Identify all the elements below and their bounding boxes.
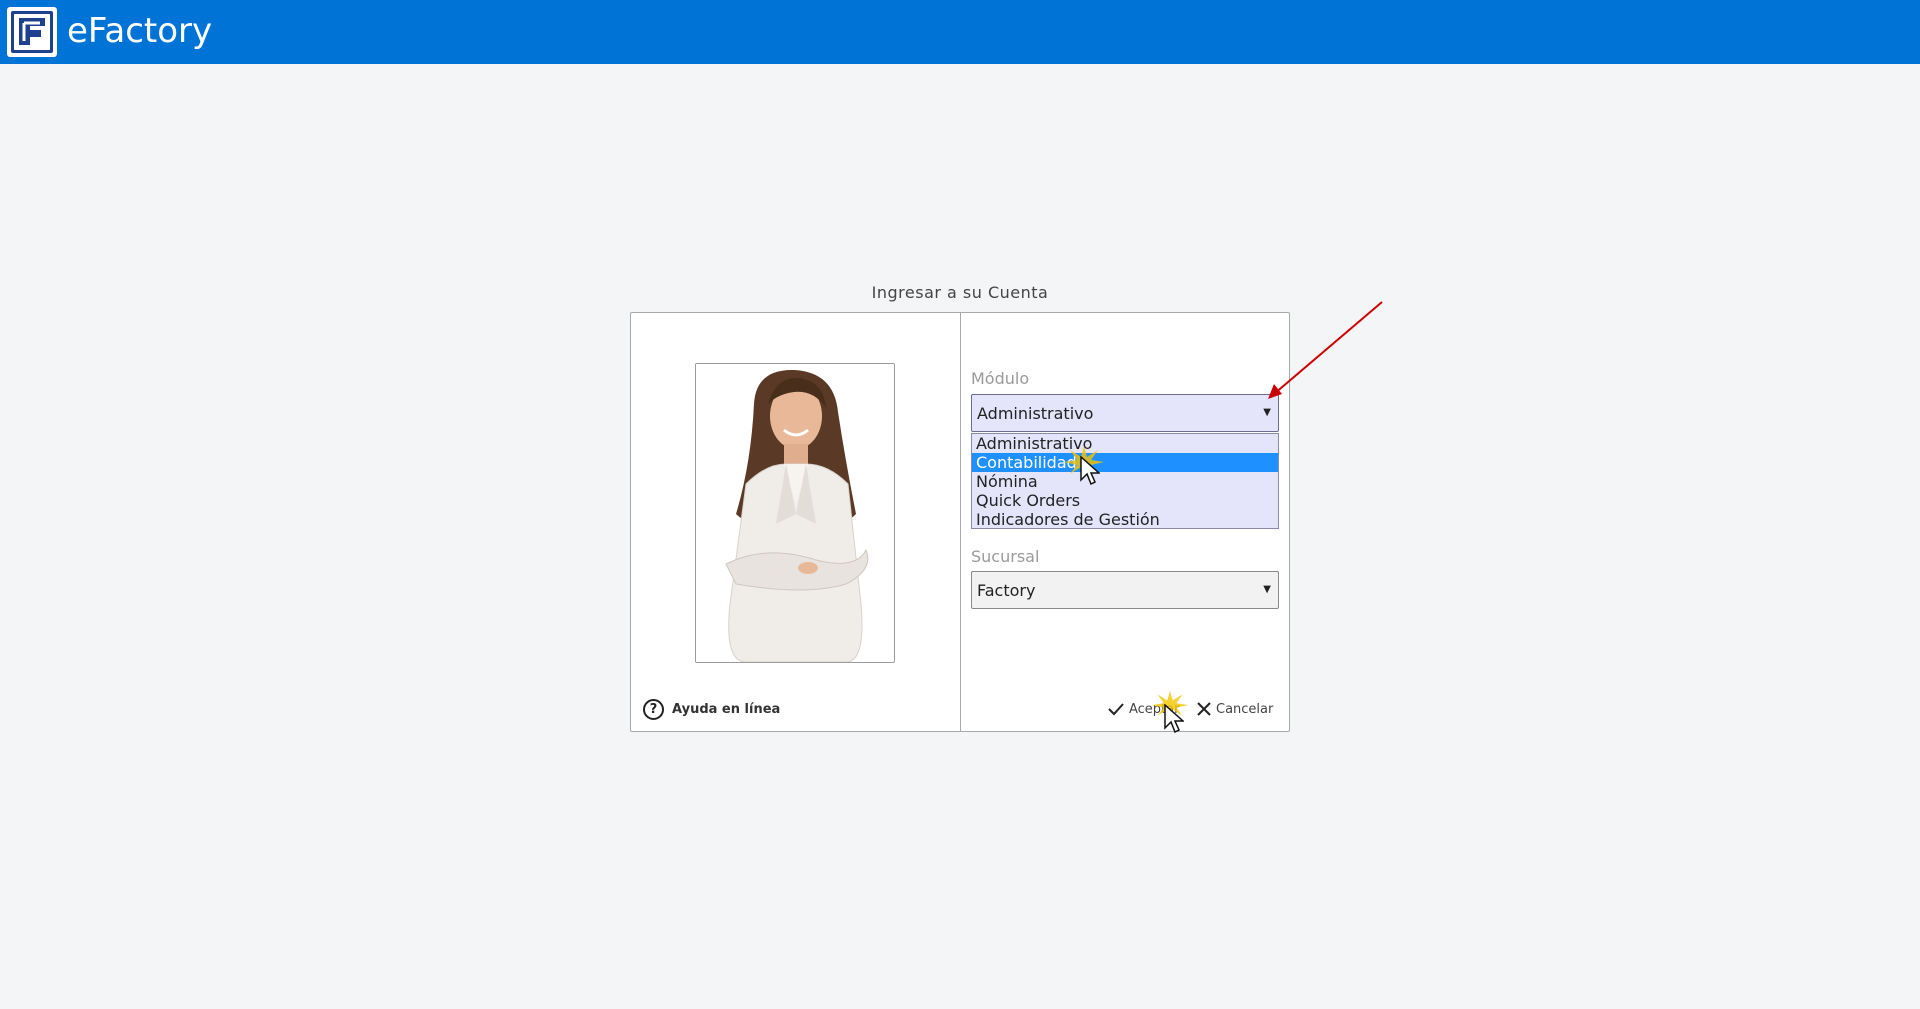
sucursal-selected-value: Factory: [977, 580, 1036, 600]
sucursal-select[interactable]: Factory ▼: [971, 571, 1279, 609]
panel-divider: [960, 313, 961, 731]
question-circle-icon: ?: [643, 698, 664, 720]
modulo-select[interactable]: Administrativo ▼: [971, 394, 1279, 432]
dialog-title: Ingresar a su Cuenta: [871, 283, 1049, 302]
modulo-option-administrativo[interactable]: Administrativo: [972, 434, 1278, 453]
modulo-dropdown-list: Administrativo Contabilidad Nómina Quick…: [971, 433, 1279, 529]
modulo-option-nomina[interactable]: Nómina: [972, 472, 1278, 491]
efactory-logo-icon[interactable]: [7, 7, 57, 57]
help-online-label: Ayuda en línea: [672, 701, 781, 717]
dropdown-arrow-icon: ▼: [1263, 407, 1271, 418]
modulo-option-indicadores[interactable]: Indicadores de Gestión: [972, 510, 1278, 529]
modulo-label: Módulo: [971, 369, 1030, 388]
dropdown-arrow-icon: ▼: [1263, 584, 1271, 595]
modulo-option-contabilidad[interactable]: Contabilidad: [972, 453, 1278, 472]
cancel-label: Cancelar: [1216, 701, 1274, 717]
sucursal-label: Sucursal: [971, 547, 1040, 566]
mouse-cursor-icon: [1164, 704, 1184, 734]
help-online-link[interactable]: ? Ayuda en línea: [643, 697, 780, 721]
login-panel: ? Ayuda en línea Módulo Administrativo ▼…: [630, 312, 1290, 732]
mouse-cursor-icon: [1080, 456, 1100, 486]
modulo-selected-value: Administrativo: [977, 403, 1094, 423]
user-photo: [695, 363, 895, 663]
cancel-button[interactable]: Cancelar: [1197, 697, 1273, 721]
modulo-option-quick-orders[interactable]: Quick Orders: [972, 491, 1278, 510]
top-bar: eFactory: [0, 0, 1920, 64]
check-icon: [1108, 703, 1124, 716]
close-icon: [1197, 702, 1211, 716]
app-title: eFactory: [67, 11, 213, 51]
annotation-arrow-icon: [1268, 301, 1383, 399]
